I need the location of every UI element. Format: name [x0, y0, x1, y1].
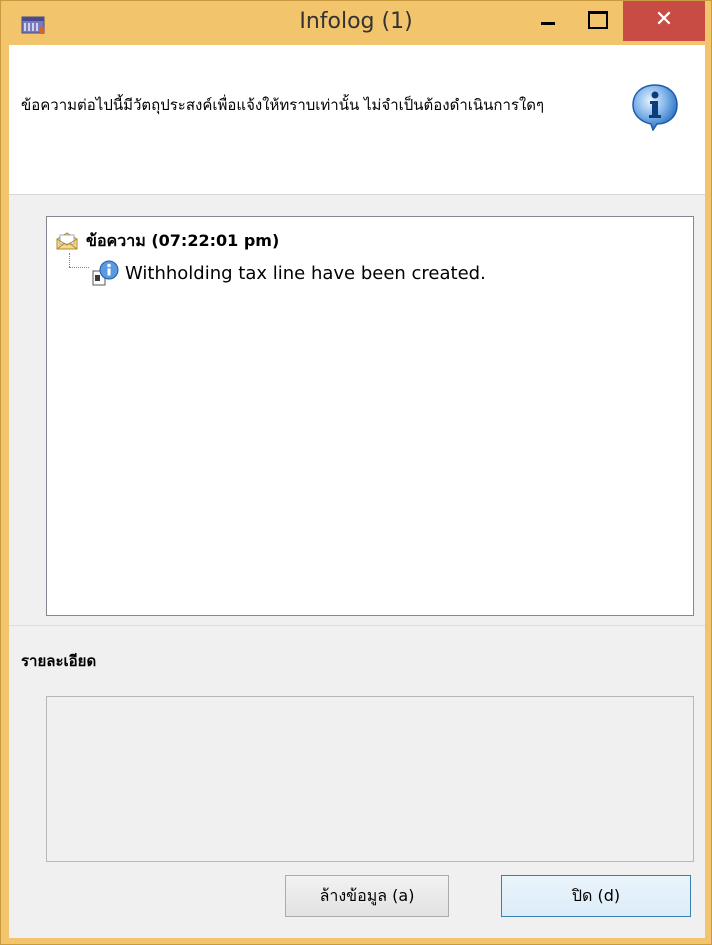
minimize-button[interactable]: [529, 5, 569, 37]
window-title: Infolog (1): [299, 9, 413, 34]
tree-child-item[interactable]: Withholding tax line have been created.: [91, 259, 486, 287]
details-textbox[interactable]: [46, 696, 694, 862]
clear-button[interactable]: ล้างข้อมูล (a): [285, 875, 449, 917]
maximize-button[interactable]: [577, 5, 617, 37]
app-icon[interactable]: [21, 15, 45, 35]
infolog-window: Infolog (1) ✕ ข้อความต่อไปนี้มีวัตถุประส…: [0, 0, 712, 945]
divider: [9, 625, 705, 626]
details-label: รายละเอียด: [21, 652, 97, 670]
document-info-icon: [92, 260, 119, 286]
tree-root-label: ข้อความ (07:22:01 pm): [86, 230, 280, 250]
close-button[interactable]: ปิด (d): [501, 875, 691, 917]
tree-connector: [69, 267, 89, 268]
title-bar[interactable]: Infolog (1) ✕: [1, 1, 711, 45]
tree-root-item[interactable]: ข้อความ (07:22:01 pm): [56, 229, 279, 253]
info-icon: [632, 84, 678, 131]
envelope-icon: [56, 232, 78, 250]
message-tree[interactable]: ข้อความ (07:22:01 pm) Withholding tax li…: [46, 216, 694, 616]
message-header: ข้อความต่อไปนี้มีวัตถุประสงค์เพื่อแจ้งให…: [9, 45, 705, 195]
tree-child-label: Withholding tax line have been created.: [125, 262, 486, 284]
tree-connector: [69, 253, 70, 267]
header-message: ข้อความต่อไปนี้มีวัตถุประสงค์เพื่อแจ้งให…: [21, 96, 545, 114]
client-area: ข้อความต่อไปนี้มีวัตถุประสงค์เพื่อแจ้งให…: [9, 45, 705, 938]
close-window-button[interactable]: ✕: [623, 1, 705, 41]
